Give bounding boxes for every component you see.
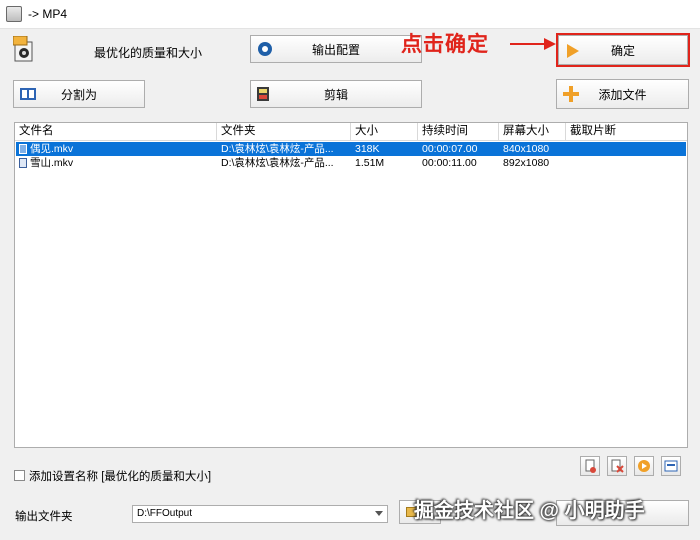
- file-name-cell: 雪山.mkv: [30, 157, 74, 169]
- add-setting-name-checkbox[interactable]: [14, 470, 25, 481]
- info-icon: [664, 460, 678, 472]
- column-header-name[interactable]: 文件名: [15, 123, 217, 141]
- folder-cell: D:\袁林炫\袁林炫-产品...: [221, 143, 334, 155]
- add-setting-name-label: 添加设置名称 [最优化的质量和大小]: [29, 471, 212, 483]
- window-title: -> MP4: [28, 7, 68, 21]
- table-row[interactable]: 雪山.mkv D:\袁林炫\袁林炫-产品... 1.51M 00:00:11.0…: [16, 156, 686, 170]
- folder-cell: D:\袁林炫\袁林炫-产品...: [221, 157, 334, 169]
- clear-list-button[interactable]: [607, 456, 627, 476]
- title-bar: -> MP4: [0, 0, 700, 29]
- film-icon: [257, 87, 269, 101]
- column-header-size[interactable]: 大小: [351, 123, 418, 141]
- play-icon: [638, 460, 650, 472]
- column-header-duration[interactable]: 持续时间: [418, 123, 499, 141]
- plus-icon: [563, 86, 579, 102]
- highlight-box: [556, 33, 690, 67]
- play-button[interactable]: [634, 456, 654, 476]
- video-file-icon: [19, 158, 27, 168]
- file-list[interactable]: 文件名 文件夹 大小 持续时间 屏幕大小 截取片断 偶见.mkv D:\袁林炫\…: [14, 122, 688, 448]
- profile-label: 最优化的质量和大小: [94, 46, 203, 60]
- output-folder-label: 输出文件夹: [15, 511, 73, 523]
- profile-icon: [13, 36, 33, 62]
- clip-button[interactable]: 剪辑: [250, 80, 422, 108]
- resolution-cell: 892x1080: [503, 157, 550, 169]
- output-folder-select[interactable]: D:\FFOutput: [132, 505, 388, 523]
- output-config-button[interactable]: 输出配置: [250, 35, 422, 63]
- size-cell: 318K: [355, 143, 380, 155]
- gear-icon: [258, 42, 272, 56]
- clip-label: 剪辑: [323, 87, 348, 102]
- arrow-right-icon: [510, 38, 556, 50]
- column-header-folder[interactable]: 文件夹: [217, 123, 351, 141]
- add-file-button[interactable]: 添加文件: [556, 79, 689, 109]
- column-header-clip[interactable]: 截取片断: [566, 123, 687, 141]
- video-file-icon: [19, 144, 27, 154]
- size-cell: 1.51M: [355, 157, 385, 169]
- file-name-cell: 偶见.mkv: [30, 143, 74, 155]
- annotation-text: 点击确定: [401, 33, 489, 56]
- column-header-resolution[interactable]: 屏幕大小: [499, 123, 566, 141]
- output-config-label: 输出配置: [311, 42, 360, 57]
- output-folder-value: D:\FFOutput: [137, 508, 193, 519]
- app-icon: [6, 6, 22, 22]
- resolution-cell: 840x1080: [503, 143, 550, 155]
- clear-icon: [611, 459, 624, 473]
- document-remove-icon: [585, 459, 596, 473]
- chevron-down-icon: [375, 511, 383, 516]
- split-button[interactable]: 分割为: [13, 80, 145, 108]
- media-info-button[interactable]: [661, 456, 681, 476]
- split-icon: [20, 88, 36, 100]
- table-row[interactable]: 偶见.mkv D:\袁林炫\袁林炫-产品... 318K 00:00:07.00…: [16, 142, 686, 156]
- remove-file-button[interactable]: [580, 456, 600, 476]
- duration-cell: 00:00:11.00: [422, 157, 477, 169]
- watermark: 掘金技术社区 @ 小明助手: [414, 500, 645, 522]
- duration-cell: 00:00:07.00: [422, 143, 478, 155]
